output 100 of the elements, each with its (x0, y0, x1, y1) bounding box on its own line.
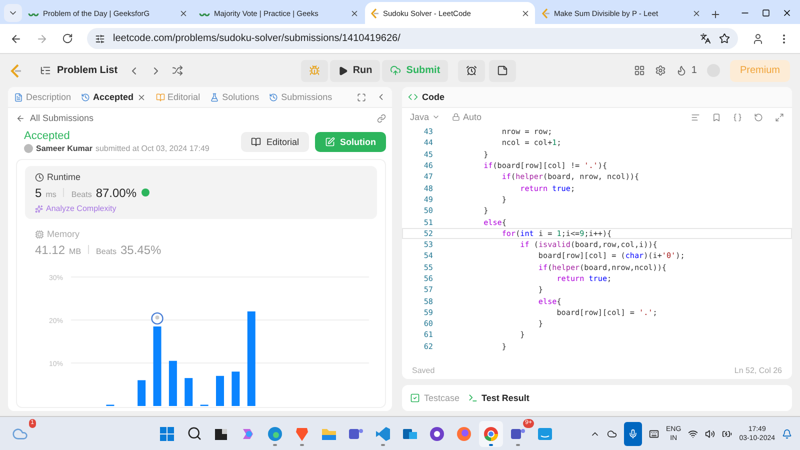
lion-shield-icon (294, 426, 310, 442)
leetcode-logo-icon (370, 8, 379, 18)
sparkles-icon (35, 204, 43, 212)
close-icon (692, 8, 701, 18)
timer-button[interactable] (458, 60, 486, 82)
layout-grid-icon[interactable] (634, 65, 646, 76)
chart-bar[interactable] (168, 360, 177, 406)
flame-icon[interactable] (676, 65, 688, 76)
auto-mode-label[interactable]: Auto (463, 112, 482, 122)
shuffle-icon[interactable] (172, 65, 183, 76)
format-icon[interactable] (691, 112, 700, 122)
history-icon (81, 92, 90, 102)
notifications-icon[interactable] (782, 428, 792, 438)
analyze-complexity-link[interactable]: Analyze Complexity (35, 204, 367, 213)
plus-icon (710, 8, 720, 20)
stat-card[interactable]: Runtime 5 ms Beats 87.00% Analyze Complexity (25, 166, 377, 219)
language-dropdown[interactable]: Java (410, 112, 440, 122)
chart-bar[interactable] (247, 311, 256, 406)
panel-tab[interactable]: Editorial (156, 92, 200, 102)
keyboard-icon[interactable] (649, 428, 660, 438)
play-icon (338, 66, 348, 76)
panel-tab[interactable]: Description (14, 92, 72, 102)
checkbox-icon (410, 393, 420, 403)
stat-value: 41.12 (35, 243, 66, 257)
note-icon (497, 65, 508, 76)
editorial-button[interactable]: Editorial (241, 132, 309, 152)
all-submissions-link[interactable]: All Submissions (16, 113, 94, 123)
profile-avatar-icon[interactable] (752, 32, 764, 44)
bottom-tab[interactable]: Test Result (468, 393, 530, 403)
back-arrow-icon (16, 114, 25, 122)
cloud-upload-icon (390, 65, 402, 76)
history-icon (269, 92, 278, 102)
stat-unit: MB (69, 247, 82, 256)
terminal-icon (468, 393, 478, 403)
leetcode-logo-icon (541, 8, 550, 18)
document-icon (14, 92, 23, 102)
cloud-icon[interactable] (607, 428, 618, 438)
clock-icon (35, 172, 44, 182)
close-icon (521, 8, 530, 18)
author-avatar (24, 144, 33, 153)
site-settings-icon[interactable] (95, 34, 105, 44)
author-name[interactable]: Sameer Kumar (36, 144, 92, 153)
bookmark-icon[interactable] (712, 112, 721, 122)
microphone-button[interactable] (624, 422, 642, 446)
status-label: Accepted (24, 130, 71, 142)
bottom-tab[interactable]: Testcase (410, 393, 460, 403)
beats-value: 87.00% (96, 186, 137, 200)
user-marker-icon (151, 312, 164, 325)
close-tab-button[interactable] (521, 8, 530, 18)
braces-icon[interactable] (733, 112, 742, 122)
stat-title: Memory (47, 229, 80, 239)
settings-icon[interactable] (655, 65, 666, 76)
link-icon[interactable] (377, 114, 386, 122)
address-bar[interactable]: leetcode.com/problems/sudoku-solver/submissions/1410419626/ (87, 28, 738, 49)
panel-tab[interactable]: Accepted (81, 92, 134, 102)
video-app-icon (537, 426, 553, 442)
close-icon[interactable] (136, 92, 146, 102)
translate-icon[interactable] (700, 33, 711, 44)
panel-tab[interactable]: Solutions (210, 92, 260, 102)
back-arrow-icon[interactable] (10, 32, 22, 44)
chart-bar[interactable] (138, 380, 146, 406)
beats-label: Beats (71, 190, 92, 199)
panel-title: Code (422, 92, 444, 102)
firefox-icon (456, 426, 472, 442)
lock-icon (452, 113, 460, 121)
badge-icon (140, 188, 150, 197)
expand-icon[interactable] (775, 112, 784, 122)
code-icon (408, 92, 418, 102)
notes-button[interactable] (489, 60, 516, 82)
reset-icon[interactable] (754, 112, 763, 122)
close-tab-button[interactable] (692, 8, 701, 18)
stat-card[interactable]: Memory 41.12 MB Beats 35.45% (25, 223, 377, 263)
battery-icon[interactable] (722, 428, 732, 438)
chart-bar[interactable] (184, 378, 193, 406)
volume-icon[interactable] (705, 428, 716, 438)
cursor-position: Ln 52, Col 26 (734, 366, 782, 374)
bookmark-star-icon[interactable] (719, 33, 730, 44)
reload-icon[interactable] (62, 33, 73, 44)
book-icon (251, 136, 262, 146)
windows-start-icon (159, 426, 175, 442)
run-button[interactable]: Run (330, 60, 380, 82)
wifi-icon[interactable] (688, 428, 698, 438)
chrome-icon (483, 426, 499, 442)
submission-time: submitted at Oct 03, 2024 17:49 (95, 144, 210, 153)
search-icon (186, 426, 202, 441)
beats-value: 35.45% (120, 243, 162, 257)
streak-count: 1 (691, 65, 697, 76)
panel-tab[interactable]: Submissions (269, 92, 332, 102)
close-tab-button[interactable] (350, 8, 359, 18)
book-icon (156, 92, 165, 102)
chevron-down-icon (432, 113, 440, 121)
code-editor-icon (375, 426, 391, 442)
problem-list-link[interactable]: Problem List (57, 65, 118, 76)
fullscreen-icon[interactable] (357, 92, 366, 102)
url-text: leetcode.com/problems/sudoku-solver/submissions/1410419626/ (113, 33, 402, 44)
restore-icon[interactable] (762, 9, 770, 17)
close-window-icon[interactable] (782, 8, 792, 18)
list-icon[interactable] (40, 65, 51, 76)
close-tab-button[interactable] (179, 8, 188, 18)
edge-browser-icon (267, 426, 283, 442)
